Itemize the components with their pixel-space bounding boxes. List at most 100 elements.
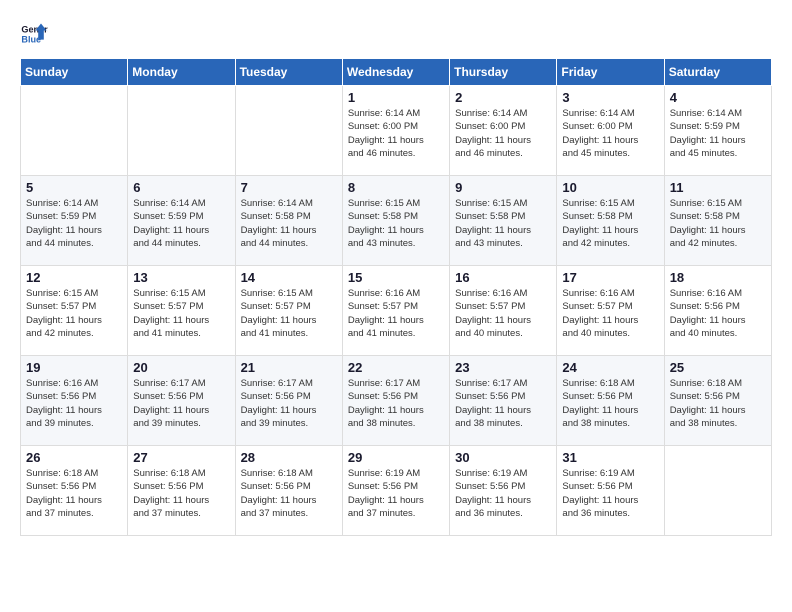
calendar-cell: 31Sunrise: 6:19 AM Sunset: 5:56 PM Dayli… [557,446,664,536]
day-details: Sunrise: 6:14 AM Sunset: 6:00 PM Dayligh… [348,107,444,160]
calendar-cell: 16 Sunrise: 6:16 AM Sunset: 5:57 PM Dayli… [450,266,557,356]
day-number: 24 [562,360,658,375]
col-header-monday: Monday [128,59,235,86]
calendar-cell: 28 Sunrise: 6:18 AM Sunset: 5:56 PM Dayli… [235,446,342,536]
page-header: General Blue [20,20,772,48]
day-number: 3 [562,90,658,105]
calendar-cell: 29 Sunrise: 6:19 AM Sunset: 5:56 PM Dayli… [342,446,449,536]
day-details: Sunrise: 6:19 AM Sunset: 5:56 PM Dayligh… [348,467,444,520]
day-details: Sunrise: 6:16 AM Sunset: 5:57 PM Dayligh… [348,287,444,340]
day-number: 1 [348,90,444,105]
day-details: Sunrise: 6:14 AM Sunset: 5:59 PM Dayligh… [26,197,122,250]
calendar-cell [128,86,235,176]
day-number: 5 [26,180,122,195]
day-number: 19 [26,360,122,375]
calendar-cell: 24 Sunrise: 6:18 AM Sunset: 5:56 PM Dayli… [557,356,664,446]
day-details: Sunrise: 6:16 AM Sunset: 5:57 PM Dayligh… [562,287,658,340]
day-details: Sunrise: 6:15 AM Sunset: 5:57 PM Dayligh… [26,287,122,340]
calendar-cell: 7Sunrise: 6:14 AM Sunset: 5:58 PM Daylig… [235,176,342,266]
calendar-cell: 15 Sunrise: 6:16 AM Sunset: 5:57 PM Dayli… [342,266,449,356]
calendar-cell [664,446,771,536]
calendar-cell: 19 Sunrise: 6:16 AM Sunset: 5:56 PM Dayli… [21,356,128,446]
day-details: Sunrise: 6:14 AM Sunset: 5:59 PM Dayligh… [133,197,229,250]
calendar-cell: 30 Sunrise: 6:19 AM Sunset: 5:56 PM Dayli… [450,446,557,536]
day-details: Sunrise: 6:18 AM Sunset: 5:56 PM Dayligh… [562,377,658,430]
day-number: 16 [455,270,551,285]
day-details: Sunrise: 6:19 AM Sunset: 5:56 PM Dayligh… [455,467,551,520]
calendar-cell: 27Sunrise: 6:18 AM Sunset: 5:56 PM Dayli… [128,446,235,536]
calendar-cell: 3 Sunrise: 6:14 AM Sunset: 6:00 PM Daylig… [557,86,664,176]
calendar-cell: 2 Sunrise: 6:14 AM Sunset: 6:00 PM Daylig… [450,86,557,176]
day-number: 21 [241,360,337,375]
day-details: Sunrise: 6:15 AM Sunset: 5:57 PM Dayligh… [133,287,229,340]
calendar-cell: 22 Sunrise: 6:17 AM Sunset: 5:56 PM Dayli… [342,356,449,446]
week-row-3: 12 Sunrise: 6:15 AM Sunset: 5:57 PM Dayli… [21,266,772,356]
week-row-4: 19 Sunrise: 6:16 AM Sunset: 5:56 PM Dayli… [21,356,772,446]
day-details: Sunrise: 6:18 AM Sunset: 5:56 PM Dayligh… [241,467,337,520]
calendar-cell: 9 Sunrise: 6:15 AM Sunset: 5:58 PM Daylig… [450,176,557,266]
logo: General Blue [20,20,48,48]
day-details: Sunrise: 6:16 AM Sunset: 5:56 PM Dayligh… [26,377,122,430]
col-header-wednesday: Wednesday [342,59,449,86]
day-details: Sunrise: 6:16 AM Sunset: 5:57 PM Dayligh… [455,287,551,340]
calendar-cell: 26Sunrise: 6:18 AM Sunset: 5:56 PM Dayli… [21,446,128,536]
day-number: 11 [670,180,766,195]
day-details: Sunrise: 6:17 AM Sunset: 5:56 PM Dayligh… [348,377,444,430]
col-header-tuesday: Tuesday [235,59,342,86]
day-details: Sunrise: 6:14 AM Sunset: 5:58 PM Dayligh… [241,197,337,250]
day-number: 4 [670,90,766,105]
day-number: 29 [348,450,444,465]
day-number: 18 [670,270,766,285]
day-number: 22 [348,360,444,375]
calendar-cell [21,86,128,176]
day-details: Sunrise: 6:15 AM Sunset: 5:58 PM Dayligh… [348,197,444,250]
day-number: 20 [133,360,229,375]
calendar-cell: 14 Sunrise: 6:15 AM Sunset: 5:57 PM Dayli… [235,266,342,356]
day-details: Sunrise: 6:17 AM Sunset: 5:56 PM Dayligh… [133,377,229,430]
calendar-cell: 13 Sunrise: 6:15 AM Sunset: 5:57 PM Dayli… [128,266,235,356]
day-number: 10 [562,180,658,195]
calendar-cell: 11 Sunrise: 6:15 AM Sunset: 5:58 PM Dayli… [664,176,771,266]
day-number: 8 [348,180,444,195]
calendar-cell: 21 Sunrise: 6:17 AM Sunset: 5:56 PM Dayli… [235,356,342,446]
calendar-cell: 4 Sunrise: 6:14 AM Sunset: 5:59 PM Daylig… [664,86,771,176]
day-number: 9 [455,180,551,195]
day-details: Sunrise: 6:19 AM Sunset: 5:56 PM Dayligh… [562,467,658,520]
day-details: Sunrise: 6:15 AM Sunset: 5:58 PM Dayligh… [670,197,766,250]
day-details: Sunrise: 6:18 AM Sunset: 5:56 PM Dayligh… [26,467,122,520]
week-row-2: 5 Sunrise: 6:14 AM Sunset: 5:59 PM Daylig… [21,176,772,266]
day-number: 23 [455,360,551,375]
day-details: Sunrise: 6:15 AM Sunset: 5:58 PM Dayligh… [562,197,658,250]
day-number: 28 [241,450,337,465]
calendar-body: 1 Sunrise: 6:14 AM Sunset: 6:00 PM Daylig… [21,86,772,536]
day-number: 12 [26,270,122,285]
day-number: 15 [348,270,444,285]
day-details: Sunrise: 6:17 AM Sunset: 5:56 PM Dayligh… [455,377,551,430]
calendar-cell: 17 Sunrise: 6:16 AM Sunset: 5:57 PM Dayli… [557,266,664,356]
day-details: Sunrise: 6:14 AM Sunset: 5:59 PM Dayligh… [670,107,766,160]
col-header-thursday: Thursday [450,59,557,86]
day-number: 14 [241,270,337,285]
svg-text:Blue: Blue [21,34,41,44]
calendar-cell: 6Sunrise: 6:14 AM Sunset: 5:59 PM Daylig… [128,176,235,266]
calendar-cell: 20 Sunrise: 6:17 AM Sunset: 5:56 PM Dayli… [128,356,235,446]
day-details: Sunrise: 6:14 AM Sunset: 6:00 PM Dayligh… [562,107,658,160]
day-number: 17 [562,270,658,285]
day-details: Sunrise: 6:18 AM Sunset: 5:56 PM Dayligh… [670,377,766,430]
calendar-header-row: SundayMondayTuesdayWednesdayThursdayFrid… [21,59,772,86]
day-details: Sunrise: 6:16 AM Sunset: 5:56 PM Dayligh… [670,287,766,340]
week-row-1: 1 Sunrise: 6:14 AM Sunset: 6:00 PM Daylig… [21,86,772,176]
col-header-friday: Friday [557,59,664,86]
calendar-cell: 1 Sunrise: 6:14 AM Sunset: 6:00 PM Daylig… [342,86,449,176]
day-number: 30 [455,450,551,465]
day-details: Sunrise: 6:15 AM Sunset: 5:57 PM Dayligh… [241,287,337,340]
day-number: 2 [455,90,551,105]
day-details: Sunrise: 6:14 AM Sunset: 6:00 PM Dayligh… [455,107,551,160]
calendar-cell [235,86,342,176]
day-details: Sunrise: 6:15 AM Sunset: 5:58 PM Dayligh… [455,197,551,250]
day-details: Sunrise: 6:17 AM Sunset: 5:56 PM Dayligh… [241,377,337,430]
calendar-cell: 23 Sunrise: 6:17 AM Sunset: 5:56 PM Dayli… [450,356,557,446]
calendar-cell: 25Sunrise: 6:18 AM Sunset: 5:56 PM Dayli… [664,356,771,446]
day-number: 13 [133,270,229,285]
calendar-cell: 10 Sunrise: 6:15 AM Sunset: 5:58 PM Dayli… [557,176,664,266]
